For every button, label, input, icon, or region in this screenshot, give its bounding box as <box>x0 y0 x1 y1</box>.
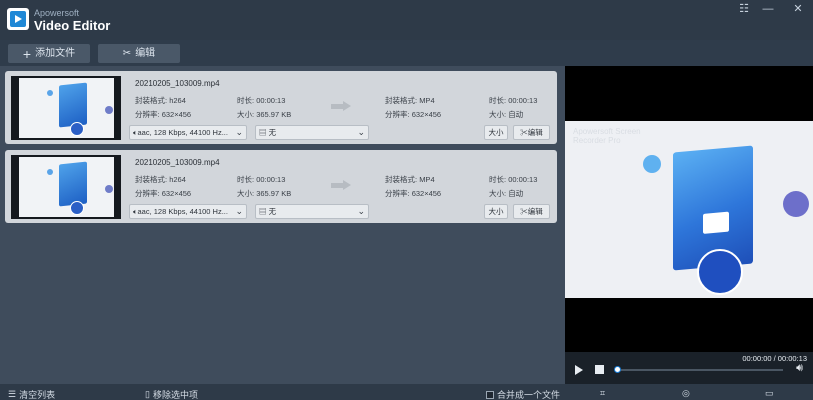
bottom-bar: ☰ 清空列表 ▯ 移除选中项 合并成一个文件 ⌗ ◎ ▭ <box>0 384 813 400</box>
gamepad-icon <box>643 155 661 173</box>
stop-icon[interactable] <box>595 365 604 374</box>
title-bar: Apowersoft Video Editor ☷ — ✕ <box>0 0 813 40</box>
seek-bar[interactable] <box>617 369 783 371</box>
app-window: Apowersoft Video Editor ☷ — ✕ + 添加文件 ✂ 编… <box>0 0 813 400</box>
app-logo-icon <box>7 8 29 30</box>
edit-label: 编辑 <box>135 48 156 59</box>
dst-resolution: 分辨率: 632×456 <box>385 189 442 198</box>
subtitle-icon: ▤ <box>259 128 267 137</box>
scissors-icon: ✂ <box>520 128 528 137</box>
subtitle-icon: ▤ <box>259 207 267 216</box>
crop-icon[interactable]: ⌗ <box>600 388 605 399</box>
brand-name: Apowersoft <box>34 8 80 18</box>
checkbox-icon[interactable] <box>486 390 494 399</box>
chevron-down-icon: ⌄ <box>357 127 365 137</box>
video-thumbnail <box>11 155 121 219</box>
dst-size: 大小: 自动 <box>489 110 524 119</box>
dst-duration: 时长: 00:00:13 <box>489 175 538 184</box>
toolbar: + 添加文件 ✂ 编辑 <box>0 40 813 66</box>
video-preview: Apowersoft Screen Recorder Pro 00:00:00 … <box>565 66 813 384</box>
dst-duration: 时长: 00:00:13 <box>489 96 538 105</box>
presentation-icon <box>697 249 743 295</box>
chevron-down-icon: ⌄ <box>235 127 243 137</box>
camera-icon[interactable]: ◎ <box>682 388 690 399</box>
file-name: 20210205_103009.mp4 <box>135 79 220 88</box>
plus-icon: + <box>22 45 32 62</box>
convert-arrow-icon <box>331 101 351 111</box>
add-file-label: 添加文件 <box>35 48 76 59</box>
people-icon <box>783 191 809 217</box>
size-button[interactable]: 大小 <box>484 125 508 140</box>
convert-arrow-icon <box>331 180 351 190</box>
src-size: 大小: 365.97 KB <box>237 110 292 119</box>
volume-icon[interactable]: 🔊︎ <box>796 362 803 375</box>
audio-track-select[interactable]: 🔈︎aac, 128 Kbps, 44100 Hz... ⌄ <box>129 125 247 140</box>
merge-checkbox[interactable]: 合并成一个文件 <box>486 388 560 400</box>
dst-format: 封装格式: MP4 <box>385 96 435 105</box>
src-resolution: 分辨率: 632×456 <box>135 189 192 198</box>
chevron-down-icon: ⌄ <box>357 206 365 216</box>
src-format: 封装格式: h264 <box>135 175 186 184</box>
app-title: Video Editor <box>34 18 111 33</box>
player-controls: 00:00:00 / 00:00:13 🔊︎ <box>565 352 813 384</box>
audio-track-select[interactable]: 🔈︎aac, 128 Kbps, 44100 Hz... ⌄ <box>129 204 247 219</box>
subtitle-select[interactable]: ▤ 无 ⌄ <box>255 204 369 219</box>
play-icon[interactable] <box>575 365 583 375</box>
add-file-button[interactable]: + 添加文件 <box>8 44 90 63</box>
file-item[interactable]: 20210205_103009.mp4 封装格式: h264 时长: 00:00… <box>5 71 557 144</box>
scissors-icon: ✂ <box>122 48 132 59</box>
file-item[interactable]: 20210205_103009.mp4 封装格式: h264 时长: 00:00… <box>5 150 557 223</box>
subtitle-select[interactable]: ▤ 无 ⌄ <box>255 125 369 140</box>
dst-format: 封装格式: MP4 <box>385 175 435 184</box>
close-icon[interactable]: ✕ <box>789 2 807 16</box>
seek-handle[interactable] <box>614 366 621 373</box>
item-edit-button[interactable]: ✂编辑 <box>513 204 550 219</box>
chevron-down-icon: ⌄ <box>235 206 243 216</box>
src-resolution: 分辨率: 632×456 <box>135 110 192 119</box>
folder-icon[interactable]: ▭ <box>765 388 774 399</box>
clear-list-button[interactable]: ☰ 清空列表 <box>8 388 55 400</box>
minimize-icon[interactable]: — <box>759 2 777 16</box>
size-button[interactable]: 大小 <box>484 204 508 219</box>
file-remove-icon: ▯ <box>145 389 150 399</box>
remove-selected-button[interactable]: ▯ 移除选中项 <box>145 388 198 400</box>
file-name: 20210205_103009.mp4 <box>135 158 220 167</box>
src-duration: 时长: 00:00:13 <box>237 96 286 105</box>
preview-watermark: Apowersoft Screen Recorder Pro <box>573 127 641 145</box>
list-icon: ☰ <box>8 389 17 399</box>
file-list: 20210205_103009.mp4 封装格式: h264 时长: 00:00… <box>0 66 565 384</box>
src-size: 大小: 365.97 KB <box>237 189 292 198</box>
edit-button[interactable]: ✂ 编辑 <box>98 44 180 63</box>
menu-icon[interactable]: ☷ <box>735 2 753 16</box>
dst-size: 大小: 自动 <box>489 189 524 198</box>
item-edit-button[interactable]: ✂编辑 <box>513 125 550 140</box>
preview-frame: Apowersoft Screen Recorder Pro <box>565 121 813 298</box>
src-duration: 时长: 00:00:13 <box>237 175 286 184</box>
scissors-icon: ✂ <box>520 207 528 216</box>
video-thumbnail <box>11 76 121 140</box>
dst-resolution: 分辨率: 632×456 <box>385 110 442 119</box>
src-format: 封装格式: h264 <box>135 96 186 105</box>
